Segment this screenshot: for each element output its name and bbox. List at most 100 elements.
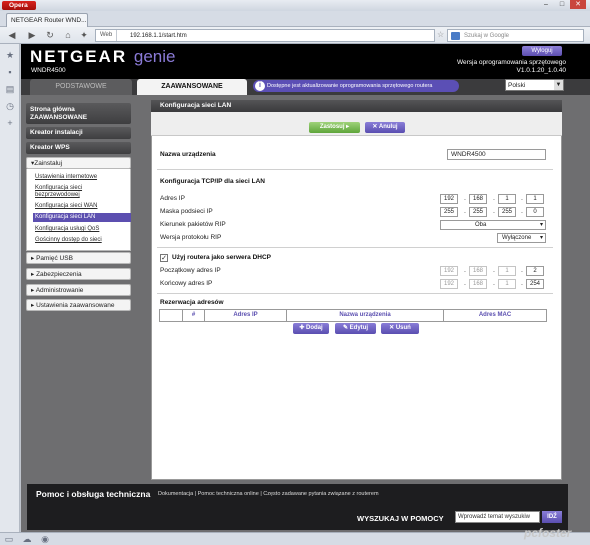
mask-octet-1[interactable]: 255	[440, 207, 458, 217]
dot: .	[493, 195, 495, 202]
cancel-button[interactable]: ✕ Anuluj	[365, 122, 405, 133]
table-header-ip: Adres IP	[205, 310, 287, 321]
rip-version-label: Wersja protokołu RIP	[160, 234, 222, 241]
dot: .	[521, 267, 523, 274]
firmware-update-notice[interactable]: i Dostępne jest aktualizowanie oprogramo…	[253, 80, 459, 92]
table-header-device-name: Nazwa urządzenia	[287, 310, 444, 321]
ip-address-label: Adres IP	[160, 195, 185, 202]
start-ip-octet-3[interactable]: 1	[498, 266, 516, 276]
address-field[interactable]: Web 192.168.1.1/start.htm	[95, 29, 435, 42]
nav-wan-settings[interactable]: Konfiguracja sieci WAN	[35, 203, 127, 210]
start-ip-octet-1[interactable]: 192	[440, 266, 458, 276]
mask-octet-4[interactable]: 0	[526, 207, 544, 217]
add-reservation-button[interactable]: ✚ Dodaj	[293, 323, 329, 334]
mail-icon[interactable]: ▪	[5, 67, 15, 77]
rip-direction-select[interactable]: Oba ▾	[440, 220, 546, 230]
dot: .	[521, 208, 523, 215]
search-field[interactable]: Szukaj w Google	[447, 29, 584, 42]
chevron-down-icon[interactable]: ▼	[554, 80, 563, 90]
nav-wireless-settings[interactable]: Konfiguracja sieci bezprzewodowej	[35, 185, 127, 199]
divider	[157, 169, 553, 170]
nav-setup-wizard[interactable]: Kreator instalacji	[26, 127, 131, 139]
maximize-button[interactable]: □	[554, 0, 570, 9]
table-header-mac: Adres MAC	[478, 312, 512, 318]
ip-octet-2[interactable]: 168	[469, 194, 487, 204]
cloud-icon[interactable]: ☁	[22, 534, 32, 544]
help-footer-links[interactable]: Dokumentacja | Pomoc techniczna online |…	[158, 491, 379, 497]
nav-internet-settings[interactable]: Ustawienia internetowe	[35, 174, 127, 181]
dhcp-server-checkbox[interactable]: ✓	[160, 254, 168, 262]
dot: .	[493, 267, 495, 274]
nav-setup-section[interactable]: ▾Zainstaluj	[26, 157, 131, 169]
tab-basic[interactable]: PODSTAWOWE	[30, 79, 132, 95]
browser-tab[interactable]: NETGEAR Router WND...	[6, 13, 88, 27]
delete-reservation-button[interactable]: ✕ Usuń	[381, 323, 419, 334]
home-icon[interactable]: ⌂	[62, 29, 74, 41]
mask-octet-2[interactable]: 255	[469, 207, 487, 217]
nav-usb-storage[interactable]: ▸ Pamięć USB	[26, 252, 131, 264]
dot: .	[493, 280, 495, 287]
apply-button[interactable]: Zastosuj ▸	[309, 122, 360, 133]
panel-toggle-icon[interactable]: ▭	[4, 534, 14, 544]
help-search-input[interactable]: Wprowadź temat wyszukiw	[455, 511, 540, 523]
google-icon[interactable]	[451, 32, 460, 40]
logo-brand: NETGEAR	[30, 47, 128, 66]
web-badge[interactable]: Web	[96, 30, 118, 41]
logout-button[interactable]: Wyloguj	[522, 46, 562, 56]
key-icon[interactable]: ✦	[78, 29, 90, 41]
url-text: 192.168.1.1/start.htm	[130, 33, 187, 39]
tab-advanced[interactable]: ZAAWANSOWANE	[137, 79, 247, 95]
history-icon[interactable]: ◷	[5, 101, 15, 111]
ip-octet-4[interactable]: 1	[526, 194, 544, 204]
end-ip-octet-2[interactable]: 168	[469, 279, 487, 289]
help-search-go-button[interactable]: IDŹ	[542, 511, 562, 523]
turbo-icon[interactable]: ◉	[40, 534, 50, 544]
end-ip-octet-3[interactable]: 1	[498, 279, 516, 289]
back-icon[interactable]: ◀	[6, 29, 18, 41]
nav-wps-wizard[interactable]: Kreator WPS	[26, 142, 131, 154]
search-help-label: WYSZUKAJ W POMOCY	[357, 514, 444, 523]
address-reservation-heading: Rezerwacja adresów	[160, 299, 224, 306]
minimize-button[interactable]: –	[538, 0, 554, 9]
forward-icon[interactable]: ▶	[26, 29, 38, 41]
reservation-table: # Adres IP Nazwa urządzenia Adres MAC	[159, 309, 547, 322]
bookmarks-icon[interactable]: ★	[5, 50, 15, 60]
mask-octet-3[interactable]: 255	[498, 207, 516, 217]
chevron-down-icon[interactable]: ▾	[540, 234, 543, 243]
nav-administration[interactable]: ▸ Administrowanie	[26, 284, 131, 296]
watermark-logo: pcfoster	[524, 526, 572, 540]
nav-advanced-home[interactable]: Strona główna ZAAWANSOWANE	[26, 103, 131, 124]
dot: .	[493, 208, 495, 215]
update-notice-text[interactable]: Dostępne jest aktualizowanie oprogramowa…	[267, 83, 432, 89]
chevron-down-icon[interactable]: ▾	[540, 221, 543, 230]
start-ip-octet-4[interactable]: 2	[526, 266, 544, 276]
edit-reservation-button[interactable]: ✎ Edytuj	[335, 323, 376, 334]
close-window-button[interactable]: ✕	[570, 0, 586, 9]
device-name-field[interactable]: WNDR4500	[447, 149, 546, 160]
start-ip-octet-2[interactable]: 168	[469, 266, 487, 276]
end-ip-octet-4[interactable]: 254	[526, 279, 544, 289]
ip-octet-3[interactable]: 1	[498, 194, 516, 204]
ip-octet-1[interactable]: 192	[440, 194, 458, 204]
end-ip-octet-1[interactable]: 192	[440, 279, 458, 289]
dot: .	[521, 195, 523, 202]
firmware-version: V1.0.1.20_1.0.40	[516, 67, 566, 74]
nav-guest-network[interactable]: Gościnny dostęp do sieci	[35, 237, 127, 244]
nav-qos-settings[interactable]: Konfiguracja usługi QoS	[35, 226, 127, 233]
opera-menu-button[interactable]: Opera	[2, 1, 36, 10]
tab-strip	[0, 11, 590, 27]
divider	[157, 293, 553, 294]
end-ip-label: Końcowy adres IP	[160, 280, 213, 287]
table-header-select	[160, 310, 183, 321]
reload-icon[interactable]: ↻	[44, 29, 56, 41]
notes-icon[interactable]: ▤	[5, 84, 15, 94]
bookmark-star-icon[interactable]: ☆	[437, 30, 444, 39]
add-panel-icon[interactable]: +	[5, 118, 15, 128]
nav-lan-settings[interactable]: Konfiguracja sieci LAN	[33, 213, 131, 222]
language-select[interactable]: Polski ▼	[505, 79, 564, 91]
rip-version-select[interactable]: Wyłączone ▾	[497, 233, 546, 243]
nav-security[interactable]: ▸ Zabezpieczenia	[26, 268, 131, 280]
dot: .	[464, 195, 466, 202]
nav-advanced-setup[interactable]: ▸ Ustawienia zaawansowane	[26, 299, 131, 311]
help-footer-title: Pomoc i obsługa techniczna	[36, 489, 151, 499]
